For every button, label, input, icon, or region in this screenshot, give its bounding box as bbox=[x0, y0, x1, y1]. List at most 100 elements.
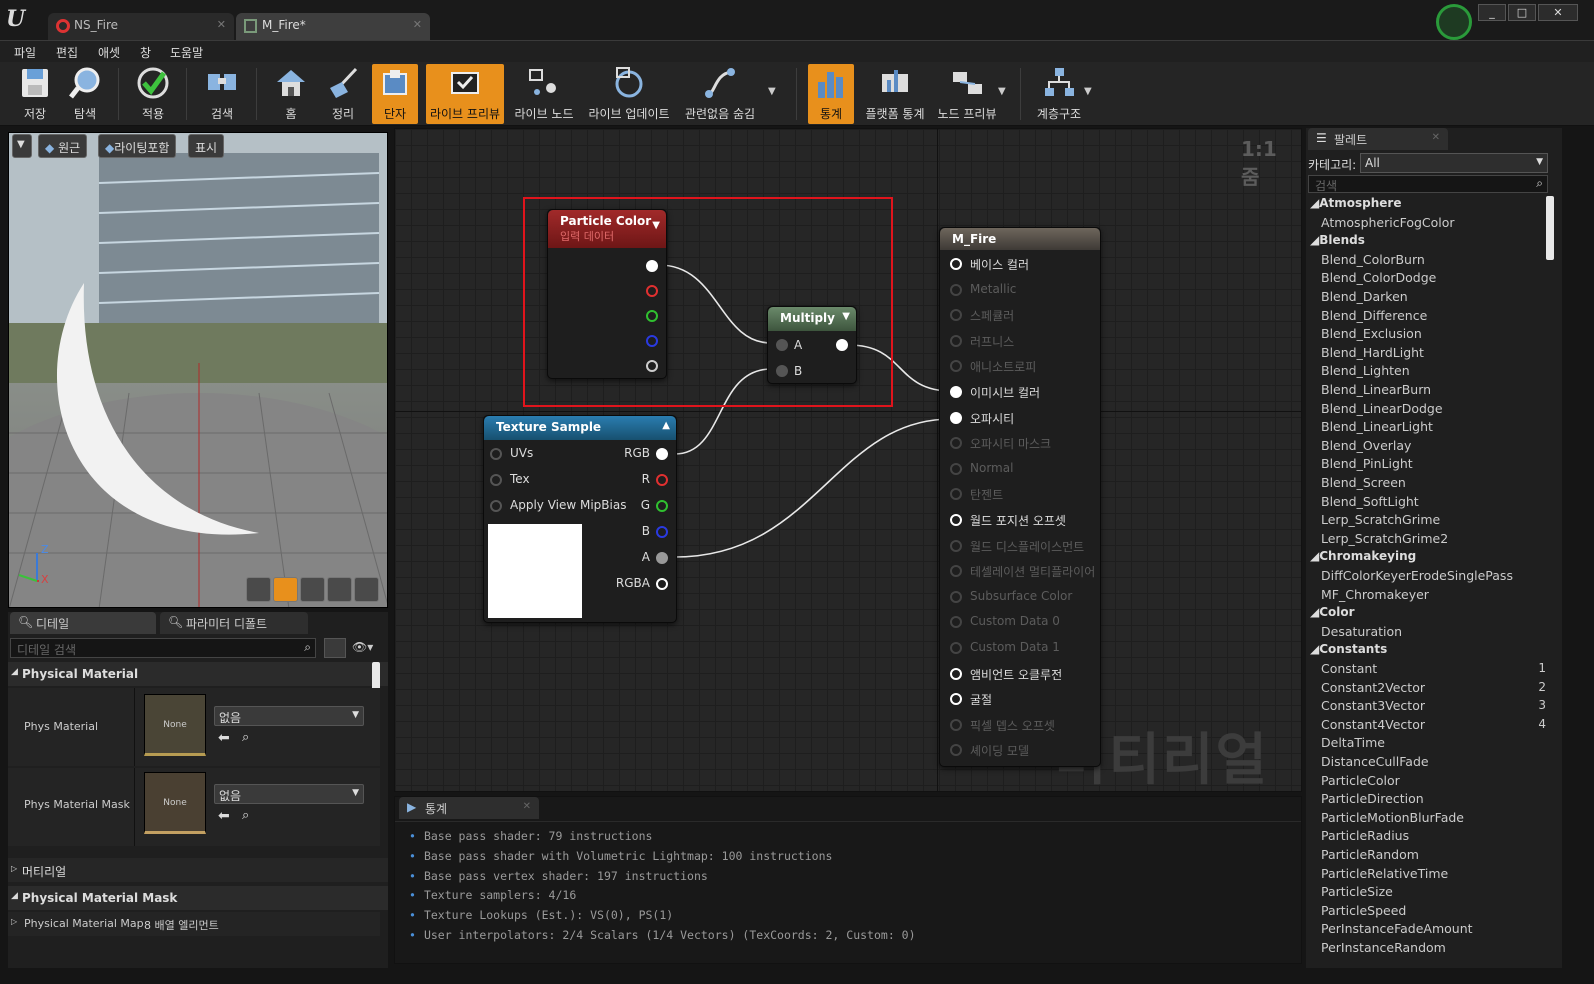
input-pin[interactable] bbox=[950, 539, 962, 552]
category-dropdown[interactable]: All ▼ bbox=[1360, 153, 1548, 173]
palette-item[interactable]: Lerp_ScratchGrime bbox=[1321, 512, 1440, 527]
home-button[interactable]: 홈 bbox=[266, 64, 316, 124]
connectors-button[interactable]: 단자 bbox=[372, 64, 418, 124]
input-pin[interactable] bbox=[950, 565, 962, 578]
input-pin[interactable] bbox=[950, 386, 962, 398]
cube-icon[interactable] bbox=[327, 577, 352, 602]
use-selected-arrow-icon[interactable]: ⬅ bbox=[218, 808, 230, 824]
palette-item[interactable]: ParticleMotionBlurFade bbox=[1321, 810, 1464, 825]
palette-item[interactable]: ParticleRelativeTime bbox=[1321, 866, 1448, 881]
palette-item[interactable]: Desaturation bbox=[1321, 624, 1402, 639]
palette-item[interactable]: DiffColorKeyerErodeSinglePass bbox=[1321, 568, 1513, 583]
dropdown-arrow-icon[interactable]: ▼ bbox=[1084, 86, 1092, 97]
plane-icon[interactable] bbox=[300, 577, 325, 602]
menu-edit[interactable]: 편집 bbox=[56, 44, 78, 61]
palette-item[interactable]: Blend_LinearDodge bbox=[1321, 401, 1443, 416]
viewport-options-button[interactable]: ▼ bbox=[12, 134, 32, 158]
browse-asset-icon[interactable]: ⌕ bbox=[242, 808, 249, 823]
lit-button[interactable]: ◆라이팅포함 bbox=[98, 134, 177, 158]
output-pin-rgb[interactable] bbox=[656, 448, 668, 460]
palette-item[interactable]: Blend_Screen bbox=[1321, 475, 1406, 490]
input-pin-tex[interactable] bbox=[490, 474, 502, 486]
palette-category[interactable]: ◢Color bbox=[1310, 605, 1355, 619]
section-physical-material-mask[interactable]: ◢ Physical Material Mask bbox=[8, 886, 388, 910]
input-pin[interactable] bbox=[950, 411, 962, 424]
menu-window[interactable]: 창 bbox=[140, 44, 151, 61]
palette-item[interactable]: Blend_LinearLight bbox=[1321, 419, 1433, 434]
asset-thumbnail[interactable]: None bbox=[144, 772, 206, 834]
palette-item[interactable]: PerInstanceRandom bbox=[1321, 940, 1446, 955]
palette-item[interactable]: Blend_LinearBurn bbox=[1321, 382, 1431, 397]
tab-parameter-defaults[interactable]: 🔍︎ 파라미터 디폴트 bbox=[160, 612, 308, 634]
input-pin[interactable] bbox=[950, 360, 962, 373]
source-control-icon[interactable] bbox=[1436, 4, 1472, 40]
output-pin-b[interactable] bbox=[656, 526, 668, 538]
maximize-button[interactable]: □ bbox=[1508, 4, 1536, 21]
section-material[interactable]: ▷ 머티리얼 bbox=[8, 858, 388, 882]
live-nodes-button[interactable]: 라이브 노드 bbox=[512, 64, 576, 124]
output-pin-r[interactable] bbox=[656, 474, 668, 486]
input-pin[interactable] bbox=[950, 744, 962, 757]
search-button[interactable]: 검색 bbox=[196, 64, 248, 124]
tab-palette[interactable]: ☰ 팔레트 ✕ bbox=[1308, 128, 1448, 150]
input-pin[interactable] bbox=[950, 309, 962, 322]
palette-item[interactable]: Constant3Vector bbox=[1321, 698, 1425, 713]
input-pin[interactable] bbox=[950, 642, 962, 654]
palette-item[interactable]: ParticleColor bbox=[1321, 773, 1400, 788]
palette-item[interactable]: ParticleDirection bbox=[1321, 791, 1424, 806]
menu-asset[interactable]: 애셋 bbox=[98, 44, 120, 61]
output-pin-g[interactable] bbox=[656, 500, 668, 512]
texture-sample-node[interactable]: Texture Sample ▲ UVs Tex Apply View MipB… bbox=[483, 415, 677, 623]
input-pin[interactable] bbox=[950, 590, 962, 603]
palette-item[interactable]: Blend_Difference bbox=[1321, 308, 1427, 323]
palette-item[interactable]: Blend_HardLight bbox=[1321, 345, 1424, 360]
palette-item[interactable]: ParticleSize bbox=[1321, 884, 1393, 899]
palette-item[interactable]: Lerp_ScratchGrime2 bbox=[1321, 531, 1448, 546]
palette-search-input[interactable]: 검색 ⌕ bbox=[1308, 175, 1548, 193]
palette-item[interactable]: AtmosphericFogColor bbox=[1321, 215, 1455, 230]
result-node[interactable]: M_Fire 베이스 컬러 Metallic 스페큘러 러프니스 애니소트로피 이미시브 … bbox=[939, 227, 1101, 767]
scrollbar-thumb[interactable] bbox=[1546, 196, 1554, 260]
dropdown-arrow-icon[interactable]: ▼ bbox=[768, 86, 776, 97]
tab-m-fire[interactable]: M_Fire* ✕ bbox=[236, 13, 430, 40]
use-selected-arrow-icon[interactable]: ⬅ bbox=[218, 730, 230, 746]
perspective-button[interactable]: ◆ 원근 bbox=[38, 134, 88, 158]
palette-item[interactable]: DistanceCullFade bbox=[1321, 754, 1429, 769]
minimize-button[interactable]: _ bbox=[1478, 4, 1506, 21]
show-button[interactable]: 표시 bbox=[188, 134, 225, 158]
section-physical-material[interactable]: ◢ Physical Material bbox=[8, 662, 388, 686]
palette-category[interactable]: ◢Blends bbox=[1310, 233, 1365, 247]
palette-item[interactable]: Blend_ColorBurn bbox=[1321, 252, 1425, 267]
palette-item[interactable]: MF_Chromakeyer bbox=[1321, 587, 1429, 602]
input-pin[interactable] bbox=[950, 334, 962, 347]
details-search-input[interactable]: 디테일 검색 ⌕ bbox=[10, 638, 316, 658]
input-pin[interactable] bbox=[950, 488, 962, 501]
input-pin[interactable] bbox=[950, 514, 962, 526]
input-pin-mipbias[interactable] bbox=[490, 500, 502, 512]
input-pin[interactable] bbox=[950, 693, 962, 706]
live-preview-button[interactable]: 라이브 프리뷰 bbox=[426, 64, 504, 124]
asset-dropdown[interactable]: 없음 ▼ bbox=[214, 706, 364, 726]
palette-item[interactable]: Blend_ColorDodge bbox=[1321, 270, 1436, 285]
palette-item[interactable]: Constant2Vector bbox=[1321, 680, 1425, 695]
close-icon[interactable]: ✕ bbox=[1432, 132, 1440, 143]
hierarchy-button[interactable]: 계층구조 bbox=[1030, 64, 1088, 124]
property-row-material-map[interactable]: ▷ Physical Material Map 8 배열 엘리먼트 bbox=[8, 912, 380, 936]
input-pin[interactable] bbox=[950, 667, 962, 680]
input-pin-uvs[interactable] bbox=[490, 448, 502, 460]
close-icon[interactable]: ✕ bbox=[413, 18, 422, 31]
close-icon[interactable]: ✕ bbox=[523, 801, 531, 812]
input-pin[interactable] bbox=[950, 718, 962, 731]
tab-details[interactable]: 🔍︎ 디테일 bbox=[10, 612, 156, 634]
stats-button[interactable]: 통계 bbox=[808, 64, 854, 124]
palette-item[interactable]: Blend_Exclusion bbox=[1321, 326, 1422, 341]
asset-dropdown[interactable]: 없음 ▼ bbox=[214, 784, 364, 804]
input-pin[interactable] bbox=[950, 462, 962, 475]
browse-asset-icon[interactable]: ⌕ bbox=[242, 730, 249, 745]
close-window-button[interactable]: ✕ bbox=[1538, 4, 1578, 21]
input-pin[interactable] bbox=[950, 437, 962, 450]
sphere-icon[interactable] bbox=[273, 577, 298, 602]
cylinder-icon[interactable] bbox=[246, 577, 271, 602]
palette-item[interactable]: Blend_Lighten bbox=[1321, 363, 1410, 378]
menu-file[interactable]: 파일 bbox=[14, 44, 36, 61]
